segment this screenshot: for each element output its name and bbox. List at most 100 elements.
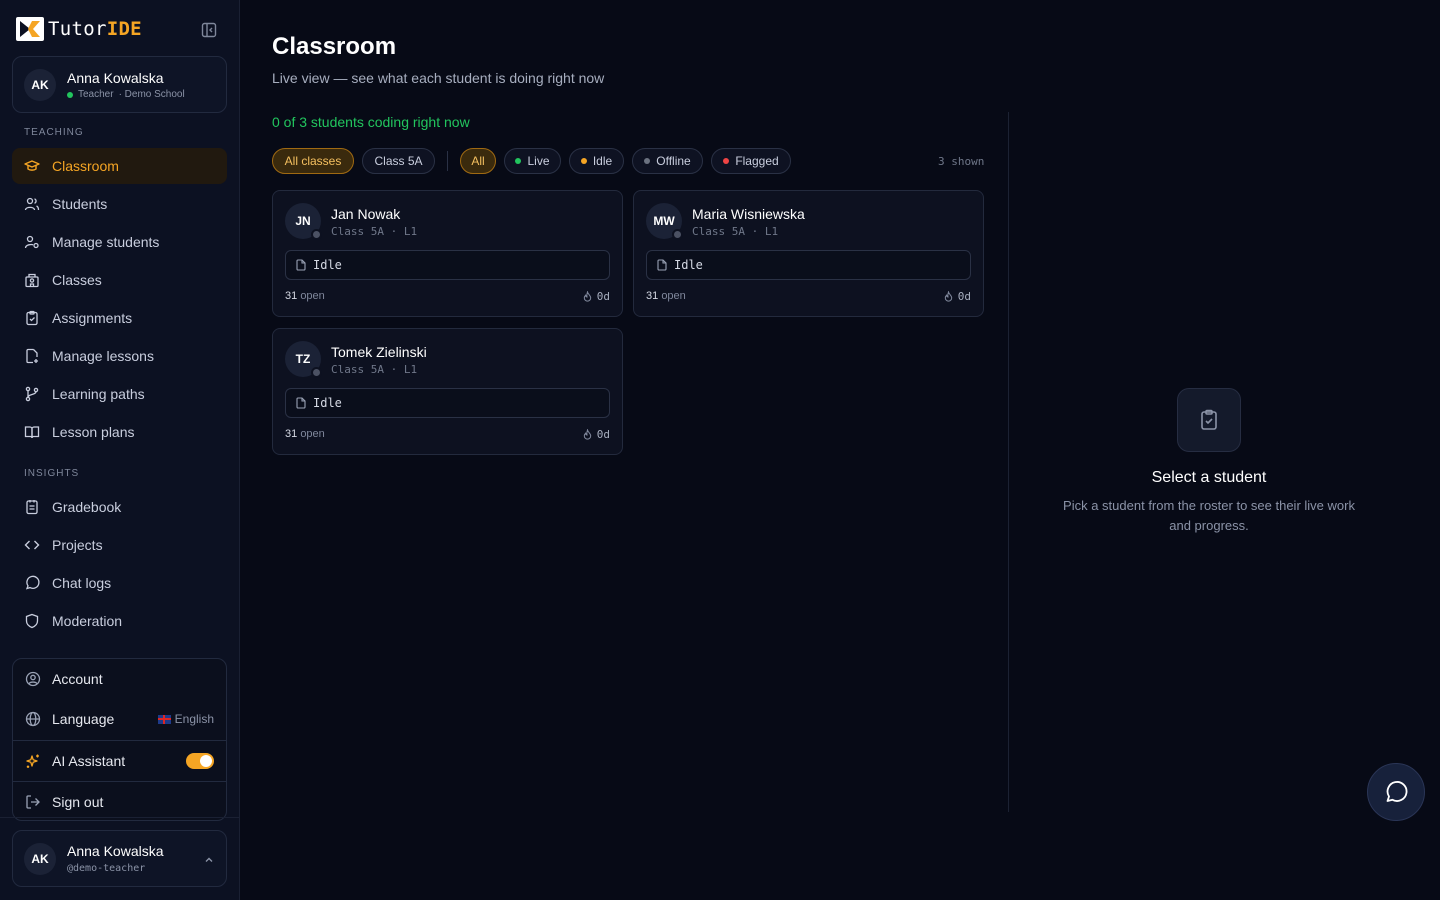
sidebar-item-gradebook[interactable]: Gradebook — [12, 489, 227, 525]
live-dot — [515, 158, 522, 164]
presence-dot — [311, 367, 322, 378]
page-subtitle: Live view — see what each student is doi… — [272, 70, 605, 86]
globe-icon — [25, 711, 41, 727]
sidebar-item-students[interactable]: Students — [12, 186, 227, 222]
menu-item-ai-assistant[interactable]: AI Assistant — [13, 741, 226, 781]
book-open-icon — [24, 426, 40, 439]
uk-flag-icon — [157, 714, 171, 724]
filter-all-classes[interactable]: All classes — [272, 148, 354, 174]
sidebar-item-classes[interactable]: Classes — [12, 262, 227, 298]
filter-class-5a[interactable]: Class 5A — [362, 148, 435, 174]
file-plus-icon — [26, 348, 38, 364]
offline-dot — [644, 158, 651, 164]
section-label-teaching: TEACHING — [24, 127, 84, 138]
panel-divider — [1008, 112, 1009, 812]
notebook-icon — [26, 500, 38, 515]
sparkles-icon — [26, 754, 39, 768]
sidebar-item-chat-logs[interactable]: Chat logs — [12, 565, 227, 601]
filter-offline[interactable]: Offline — [632, 148, 703, 174]
flame-icon — [944, 291, 952, 302]
clipboard-check-icon — [1201, 409, 1217, 430]
flagged-dot — [723, 158, 730, 164]
brand-name: TutorIDE — [48, 17, 142, 40]
student-name: Jan Nowak — [331, 206, 401, 222]
brand-logo[interactable]: TutorIDE — [16, 17, 142, 41]
activity-status: Idle — [285, 250, 610, 280]
section-label-insights: INSIGHTS — [24, 468, 80, 479]
empty-state-description: Pick a student from the roster to see th… — [1063, 498, 1355, 533]
shown-count: 3 shown — [938, 155, 985, 168]
user-menu: Account Language English AI Assistant Si… — [12, 658, 227, 821]
avatar: AK — [24, 69, 56, 101]
graduation-cap-icon — [24, 160, 40, 171]
flame-icon — [583, 291, 591, 302]
student-card[interactable]: MW Maria Wisniewska Class 5A · L1 Idle 3… — [633, 190, 984, 317]
ai-assistant-toggle[interactable] — [186, 753, 214, 769]
git-branch-icon — [25, 386, 39, 402]
page-title: Classroom — [272, 33, 397, 60]
divider — [0, 817, 239, 818]
presence-dot — [672, 229, 683, 240]
clipboard-icon — [26, 310, 38, 326]
sidebar-item-lesson-plans[interactable]: Lesson plans — [12, 414, 227, 450]
student-name: Tomek Zielinski — [331, 344, 427, 360]
open-count: 31 open — [646, 290, 686, 302]
student-meta: Class 5A · L1 — [692, 225, 779, 238]
code-icon — [24, 540, 40, 550]
open-count: 31 open — [285, 428, 325, 440]
sidebar: TutorIDE AK Anna Kowalska Teacher · Demo … — [0, 0, 240, 900]
coding-status: 0 of 3 students coding right now — [272, 114, 470, 130]
filter-flagged[interactable]: Flagged — [711, 148, 791, 174]
user-handle: @demo-teacher — [67, 863, 146, 874]
sidebar-item-learning-paths[interactable]: Learning paths — [12, 376, 227, 412]
idle-dot — [580, 158, 587, 164]
open-count: 31 open — [285, 290, 325, 302]
student-meta: Class 5A · L1 — [331, 225, 418, 238]
filter-live[interactable]: Live — [504, 148, 561, 174]
sidebar-item-manage-lessons[interactable]: Manage lessons — [12, 338, 227, 374]
empty-state-title: Select a student — [1151, 469, 1267, 486]
online-status-dot — [67, 91, 73, 98]
user-name: Anna Kowalska — [67, 70, 164, 86]
message-circle-icon — [1386, 781, 1408, 802]
streak: 0d — [582, 290, 610, 303]
log-out-icon — [26, 795, 40, 809]
user-circle-icon — [25, 671, 41, 687]
streak: 0d — [943, 290, 971, 303]
users-icon — [24, 197, 40, 211]
presence-dot — [311, 229, 322, 240]
user-role: Teacher · Demo School — [67, 89, 185, 100]
flame-icon — [583, 429, 591, 440]
file-icon — [657, 259, 667, 271]
language-value: English — [157, 712, 214, 726]
sidebar-item-classroom[interactable]: Classroom — [12, 148, 227, 184]
divider — [447, 151, 448, 171]
menu-item-sign-out[interactable]: Sign out — [13, 782, 226, 820]
menu-item-language[interactable]: Language English — [13, 699, 226, 739]
shield-icon — [25, 613, 39, 629]
sidebar-item-moderation[interactable]: Moderation — [12, 603, 227, 639]
student-card[interactable]: JN Jan Nowak Class 5A · L1 Idle 31 open … — [272, 190, 623, 317]
sidebar-item-assignments[interactable]: Assignments — [12, 300, 227, 336]
avatar: AK — [24, 843, 56, 875]
chat-button[interactable] — [1367, 763, 1425, 821]
menu-item-account[interactable]: Account — [13, 659, 226, 699]
current-user-card[interactable]: AK Anna Kowalska Teacher · Demo School — [12, 56, 227, 113]
activity-status: Idle — [285, 388, 610, 418]
filter-idle[interactable]: Idle — [569, 148, 624, 174]
sidebar-item-projects[interactable]: Projects — [12, 527, 227, 563]
activity-status: Idle — [646, 250, 971, 280]
account-switcher[interactable]: AK Anna Kowalska @demo-teacher — [12, 830, 227, 887]
collapse-sidebar-icon[interactable] — [200, 21, 218, 39]
student-name: Maria Wisniewska — [692, 206, 805, 222]
user-cog-icon — [24, 235, 39, 249]
student-card[interactable]: TZ Tomek Zielinski Class 5A · L1 Idle 31… — [272, 328, 623, 455]
sidebar-item-manage-students[interactable]: Manage students — [12, 224, 227, 260]
filter-all[interactable]: All — [460, 148, 496, 174]
chevron-up-icon — [205, 857, 213, 862]
logo-icon — [16, 17, 44, 41]
user-name: Anna Kowalska — [67, 843, 164, 859]
school-icon — [25, 273, 39, 288]
empty-state-icon-box — [1177, 388, 1241, 452]
student-meta: Class 5A · L1 — [331, 363, 418, 376]
